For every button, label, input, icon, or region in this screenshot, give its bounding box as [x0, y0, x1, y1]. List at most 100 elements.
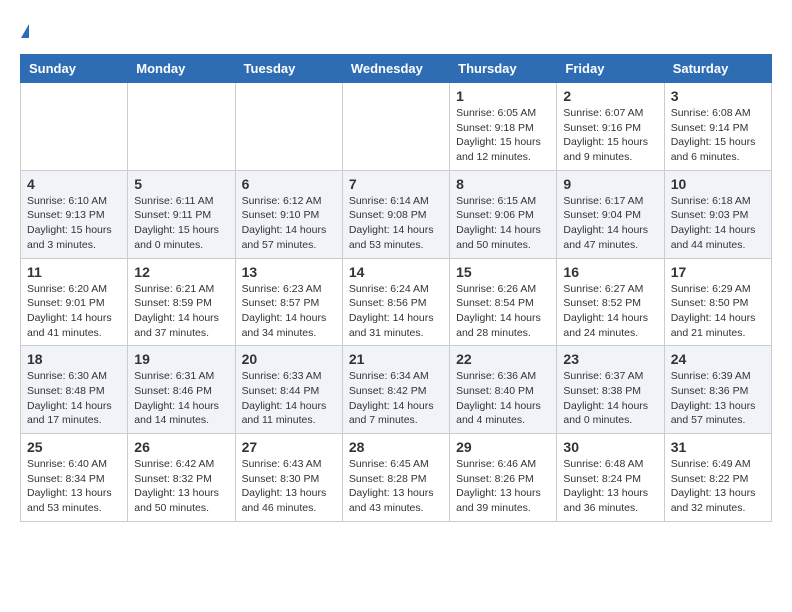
calendar-cell: 5Sunrise: 6:11 AM Sunset: 9:11 PM Daylig… [128, 170, 235, 258]
calendar-cell: 16Sunrise: 6:27 AM Sunset: 8:52 PM Dayli… [557, 258, 664, 346]
calendar-cell: 26Sunrise: 6:42 AM Sunset: 8:32 PM Dayli… [128, 434, 235, 522]
calendar-cell: 31 Sunrise: 6:49 AM Sunset: 8:22 PM Dayli… [664, 434, 771, 522]
week-row-4: 18Sunrise: 6:30 AM Sunset: 8:48 PM Dayli… [21, 346, 772, 434]
day-number: 9 [563, 176, 657, 192]
day-info: Sunrise: 6:40 AM Sunset: 8:34 PM Dayligh… [27, 457, 121, 516]
weekday-header-monday: Monday [128, 55, 235, 83]
weekday-header-thursday: Thursday [450, 55, 557, 83]
weekday-header-sunday: Sunday [21, 55, 128, 83]
day-info: Sunrise: 6:43 AM Sunset: 8:30 PM Dayligh… [242, 457, 336, 516]
logo-triangle [21, 24, 29, 38]
day-info: Sunrise: 6:48 AM Sunset: 8:24 PM Dayligh… [563, 457, 657, 516]
calendar: SundayMondayTuesdayWednesdayThursdayFrid… [20, 54, 772, 522]
day-number: 23 [563, 351, 657, 367]
day-info: Sunrise: 6:45 AM Sunset: 8:28 PM Dayligh… [349, 457, 443, 516]
day-info: Sunrise: 6:21 AM Sunset: 8:59 PM Dayligh… [134, 282, 228, 341]
day-number: 24 [671, 351, 765, 367]
day-info: Sunrise: 6:31 AM Sunset: 8:46 PM Dayligh… [134, 369, 228, 428]
calendar-cell: 9Sunrise: 6:17 AM Sunset: 9:04 PM Daylig… [557, 170, 664, 258]
weekday-header-row: SundayMondayTuesdayWednesdayThursdayFrid… [21, 55, 772, 83]
day-info: Sunrise: 6:12 AM Sunset: 9:10 PM Dayligh… [242, 194, 336, 253]
calendar-cell: 27 Sunrise: 6:43 AM Sunset: 8:30 PM Dayli… [235, 434, 342, 522]
day-info: Sunrise: 6:07 AM Sunset: 9:16 PM Dayligh… [563, 106, 657, 165]
day-number: 7 [349, 176, 443, 192]
day-number: 17 [671, 264, 765, 280]
day-info: Sunrise: 6:36 AM Sunset: 8:40 PM Dayligh… [456, 369, 550, 428]
day-info: Sunrise: 6:29 AM Sunset: 8:50 PM Dayligh… [671, 282, 765, 341]
day-info: Sunrise: 6:14 AM Sunset: 9:08 PM Dayligh… [349, 194, 443, 253]
day-number: 5 [134, 176, 228, 192]
calendar-cell: 13 Sunrise: 6:23 AM Sunset: 8:57 PM Dayli… [235, 258, 342, 346]
day-info: Sunrise: 6:46 AM Sunset: 8:26 PM Dayligh… [456, 457, 550, 516]
day-number: 16 [563, 264, 657, 280]
day-number: 8 [456, 176, 550, 192]
day-info: Sunrise: 6:34 AM Sunset: 8:42 PM Dayligh… [349, 369, 443, 428]
day-number: 21 [349, 351, 443, 367]
calendar-cell: 7 Sunrise: 6:14 AM Sunset: 9:08 PM Daylig… [342, 170, 449, 258]
day-number: 29 [456, 439, 550, 455]
day-number: 20 [242, 351, 336, 367]
day-number: 26 [134, 439, 228, 455]
calendar-cell: 1 Sunrise: 6:05 AM Sunset: 9:18 PM Daylig… [450, 83, 557, 171]
day-number: 13 [242, 264, 336, 280]
calendar-cell: 17 Sunrise: 6:29 AM Sunset: 8:50 PM Dayli… [664, 258, 771, 346]
day-info: Sunrise: 6:23 AM Sunset: 8:57 PM Dayligh… [242, 282, 336, 341]
calendar-cell: 11Sunrise: 6:20 AM Sunset: 9:01 PM Dayli… [21, 258, 128, 346]
day-number: 31 [671, 439, 765, 455]
calendar-cell: 6 Sunrise: 6:12 AM Sunset: 9:10 PM Daylig… [235, 170, 342, 258]
day-info: Sunrise: 6:15 AM Sunset: 9:06 PM Dayligh… [456, 194, 550, 253]
calendar-cell: 23 Sunrise: 6:37 AM Sunset: 8:38 PM Dayli… [557, 346, 664, 434]
day-info: Sunrise: 6:18 AM Sunset: 9:03 PM Dayligh… [671, 194, 765, 253]
day-number: 27 [242, 439, 336, 455]
calendar-cell: 29 Sunrise: 6:46 AM Sunset: 8:26 PM Dayli… [450, 434, 557, 522]
day-info: Sunrise: 6:37 AM Sunset: 8:38 PM Dayligh… [563, 369, 657, 428]
week-row-1: 1 Sunrise: 6:05 AM Sunset: 9:18 PM Daylig… [21, 83, 772, 171]
day-info: Sunrise: 6:39 AM Sunset: 8:36 PM Dayligh… [671, 369, 765, 428]
day-number: 19 [134, 351, 228, 367]
week-row-2: 4 Sunrise: 6:10 AM Sunset: 9:13 PM Daylig… [21, 170, 772, 258]
day-number: 28 [349, 439, 443, 455]
calendar-cell: 21 Sunrise: 6:34 AM Sunset: 8:42 PM Dayli… [342, 346, 449, 434]
calendar-cell: 10 Sunrise: 6:18 AM Sunset: 9:03 PM Dayli… [664, 170, 771, 258]
weekday-header-friday: Friday [557, 55, 664, 83]
calendar-cell: 2 Sunrise: 6:07 AM Sunset: 9:16 PM Daylig… [557, 83, 664, 171]
logo [20, 20, 29, 38]
day-number: 12 [134, 264, 228, 280]
calendar-cell: 3 Sunrise: 6:08 AM Sunset: 9:14 PM Daylig… [664, 83, 771, 171]
calendar-cell: 8 Sunrise: 6:15 AM Sunset: 9:06 PM Daylig… [450, 170, 557, 258]
day-number: 6 [242, 176, 336, 192]
day-number: 14 [349, 264, 443, 280]
calendar-cell: 22 Sunrise: 6:36 AM Sunset: 8:40 PM Dayli… [450, 346, 557, 434]
weekday-header-wednesday: Wednesday [342, 55, 449, 83]
day-info: Sunrise: 6:08 AM Sunset: 9:14 PM Dayligh… [671, 106, 765, 165]
calendar-cell: 20 Sunrise: 6:33 AM Sunset: 8:44 PM Dayli… [235, 346, 342, 434]
calendar-cell [21, 83, 128, 171]
day-number: 25 [27, 439, 121, 455]
calendar-cell [128, 83, 235, 171]
calendar-cell [342, 83, 449, 171]
day-info: Sunrise: 6:30 AM Sunset: 8:48 PM Dayligh… [27, 369, 121, 428]
day-info: Sunrise: 6:20 AM Sunset: 9:01 PM Dayligh… [27, 282, 121, 341]
day-info: Sunrise: 6:49 AM Sunset: 8:22 PM Dayligh… [671, 457, 765, 516]
calendar-cell: 28 Sunrise: 6:45 AM Sunset: 8:28 PM Dayli… [342, 434, 449, 522]
day-info: Sunrise: 6:24 AM Sunset: 8:56 PM Dayligh… [349, 282, 443, 341]
calendar-cell: 30 Sunrise: 6:48 AM Sunset: 8:24 PM Dayli… [557, 434, 664, 522]
calendar-cell: 18Sunrise: 6:30 AM Sunset: 8:48 PM Dayli… [21, 346, 128, 434]
day-info: Sunrise: 6:10 AM Sunset: 9:13 PM Dayligh… [27, 194, 121, 253]
day-number: 4 [27, 176, 121, 192]
calendar-cell: 15Sunrise: 6:26 AM Sunset: 8:54 PM Dayli… [450, 258, 557, 346]
calendar-cell: 25 Sunrise: 6:40 AM Sunset: 8:34 PM Dayli… [21, 434, 128, 522]
day-number: 30 [563, 439, 657, 455]
day-number: 1 [456, 88, 550, 104]
weekday-header-tuesday: Tuesday [235, 55, 342, 83]
day-number: 2 [563, 88, 657, 104]
calendar-cell: 12 Sunrise: 6:21 AM Sunset: 8:59 PM Dayli… [128, 258, 235, 346]
weekday-header-saturday: Saturday [664, 55, 771, 83]
day-info: Sunrise: 6:05 AM Sunset: 9:18 PM Dayligh… [456, 106, 550, 165]
day-number: 22 [456, 351, 550, 367]
day-info: Sunrise: 6:33 AM Sunset: 8:44 PM Dayligh… [242, 369, 336, 428]
calendar-cell [235, 83, 342, 171]
day-info: Sunrise: 6:26 AM Sunset: 8:54 PM Dayligh… [456, 282, 550, 341]
day-number: 3 [671, 88, 765, 104]
day-number: 10 [671, 176, 765, 192]
